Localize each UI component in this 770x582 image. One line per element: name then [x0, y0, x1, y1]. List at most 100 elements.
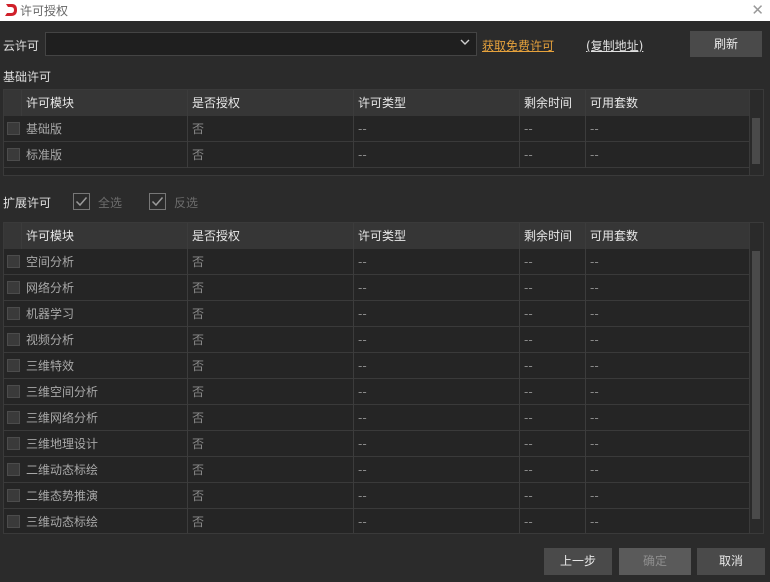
scrollbar-thumb[interactable] [752, 118, 760, 164]
cell-value: -- [586, 431, 750, 457]
table-row[interactable]: 网络分析否 -- -- -- [4, 275, 750, 301]
cell-value: -- [354, 431, 520, 457]
row-checkbox[interactable] [7, 281, 20, 294]
cell-value: -- [520, 509, 586, 533]
basic-license-table: 许可模块 是否授权 许可类型 剩余时间 可用套数 基础版 否 -- -- -- … [3, 89, 764, 176]
check-icon [151, 197, 164, 207]
cell-value: 否 [188, 353, 354, 379]
cell-value: -- [520, 327, 586, 353]
table-row[interactable]: 三维特效否 -- -- -- [4, 353, 750, 379]
column-header: 许可类型 [354, 90, 520, 116]
column-header: 许可模块 [22, 90, 188, 116]
cell-value: -- [354, 379, 520, 405]
column-header: 许可类型 [354, 223, 520, 249]
cell-value: -- [586, 327, 750, 353]
module-name: 视频分析 [22, 327, 188, 353]
invert-selection-label: 反选 [174, 196, 199, 210]
column-header: 可用套数 [586, 223, 750, 249]
column-header: 是否授权 [188, 223, 354, 249]
confirm-button[interactable]: 确定 [619, 548, 691, 575]
extended-license-label: 扩展许可 [3, 196, 52, 210]
table-row-partial [4, 168, 750, 175]
row-checkbox[interactable] [7, 307, 20, 320]
cancel-button[interactable]: 取消 [697, 548, 765, 575]
extended-table-scrollbar[interactable] [749, 223, 763, 533]
table-row[interactable]: 基础版 否 -- -- -- [4, 116, 750, 142]
cell-value: -- [354, 457, 520, 483]
scrollbar-thumb[interactable] [752, 251, 760, 519]
module-name: 三维地理设计 [22, 431, 188, 457]
previous-step-button[interactable]: 上一步 [544, 548, 612, 575]
cell-value: -- [586, 483, 750, 509]
refresh-button[interactable]: 刷新 [690, 31, 762, 57]
copy-address-link[interactable]: (复制地址) [586, 37, 643, 54]
cell-value: 否 [188, 275, 354, 301]
cell-value: -- [586, 249, 750, 275]
cell-value: -- [520, 457, 586, 483]
cell-value: -- [520, 249, 586, 275]
cell-value: 否 [188, 509, 354, 533]
cell-value: -- [520, 353, 586, 379]
module-name: 机器学习 [22, 301, 188, 327]
cell-value: 否 [188, 483, 354, 509]
cell-value: 否 [188, 431, 354, 457]
invert-selection-checkbox[interactable] [149, 193, 166, 210]
cloud-license-select[interactable] [45, 32, 477, 56]
table-header: 许可模块 是否授权 许可类型 剩余时间 可用套数 [4, 223, 750, 249]
extended-license-table: 许可模块 是否授权 许可类型 剩余时间 可用套数 空间分析否 -- -- -- 网络分析… [3, 222, 764, 534]
row-checkbox[interactable] [7, 385, 20, 398]
column-header: 许可模块 [22, 223, 188, 249]
column-header: 剩余时间 [520, 223, 586, 249]
row-checkbox[interactable] [7, 411, 20, 424]
row-checkbox[interactable] [7, 463, 20, 476]
module-name: 二维动态标绘 [22, 457, 188, 483]
title-bar: 许可授权 ✕ [0, 0, 770, 21]
cloud-license-label: 云许可 [3, 39, 40, 53]
check-icon [75, 197, 88, 207]
module-name: 网络分析 [22, 275, 188, 301]
cell-value: -- [520, 431, 586, 457]
cell-value: -- [520, 483, 586, 509]
cell-value: -- [586, 275, 750, 301]
row-checkbox[interactable] [7, 255, 20, 268]
table-row[interactable]: 视频分析否 -- -- -- [4, 327, 750, 353]
select-all-label: 全选 [98, 196, 123, 210]
column-header: 是否授权 [188, 90, 354, 116]
table-row[interactable]: 机器学习否 -- -- -- [4, 301, 750, 327]
row-checkbox[interactable] [7, 359, 20, 372]
table-row[interactable]: 三维动态标绘否 -- -- -- [4, 509, 750, 533]
column-header: 剩余时间 [520, 90, 586, 116]
cell-value: -- [354, 301, 520, 327]
table-row[interactable]: 空间分析否 -- -- -- [4, 249, 750, 275]
module-name: 三维动态标绘 [22, 509, 188, 533]
table-row[interactable]: 三维网络分析否 -- -- -- [4, 405, 750, 431]
table-row[interactable]: 三维地理设计否 -- -- -- [4, 431, 750, 457]
close-icon[interactable]: ✕ [751, 1, 764, 19]
row-checkbox[interactable] [7, 515, 20, 528]
table-row[interactable]: 标准版 否 -- -- -- [4, 142, 750, 168]
cell-value: -- [354, 275, 520, 301]
cell-value: -- [520, 301, 586, 327]
module-name: 三维空间分析 [22, 379, 188, 405]
row-checkbox[interactable] [7, 122, 20, 135]
cell-value: -- [586, 509, 750, 533]
row-checkbox[interactable] [7, 437, 20, 450]
table-row[interactable]: 二维动态标绘否 -- -- -- [4, 457, 750, 483]
get-free-license-link[interactable]: 获取免费许可 [482, 37, 554, 54]
cell-value: -- [586, 353, 750, 379]
select-all-checkbox[interactable] [73, 193, 90, 210]
module-name: 空间分析 [22, 249, 188, 275]
cell-value: -- [586, 405, 750, 431]
cell-value: 否 [188, 379, 354, 405]
cell-value: -- [354, 353, 520, 379]
cell-value: -- [354, 509, 520, 533]
table-row[interactable]: 二维态势推演否 -- -- -- [4, 483, 750, 509]
row-checkbox[interactable] [7, 148, 20, 161]
module-name: 二维态势推演 [22, 483, 188, 509]
basic-table-scrollbar[interactable] [749, 90, 763, 175]
cell-value: -- [354, 327, 520, 353]
row-checkbox[interactable] [7, 489, 20, 502]
table-row[interactable]: 三维空间分析否 -- -- -- [4, 379, 750, 405]
column-header: 可用套数 [586, 90, 750, 116]
row-checkbox[interactable] [7, 333, 20, 346]
